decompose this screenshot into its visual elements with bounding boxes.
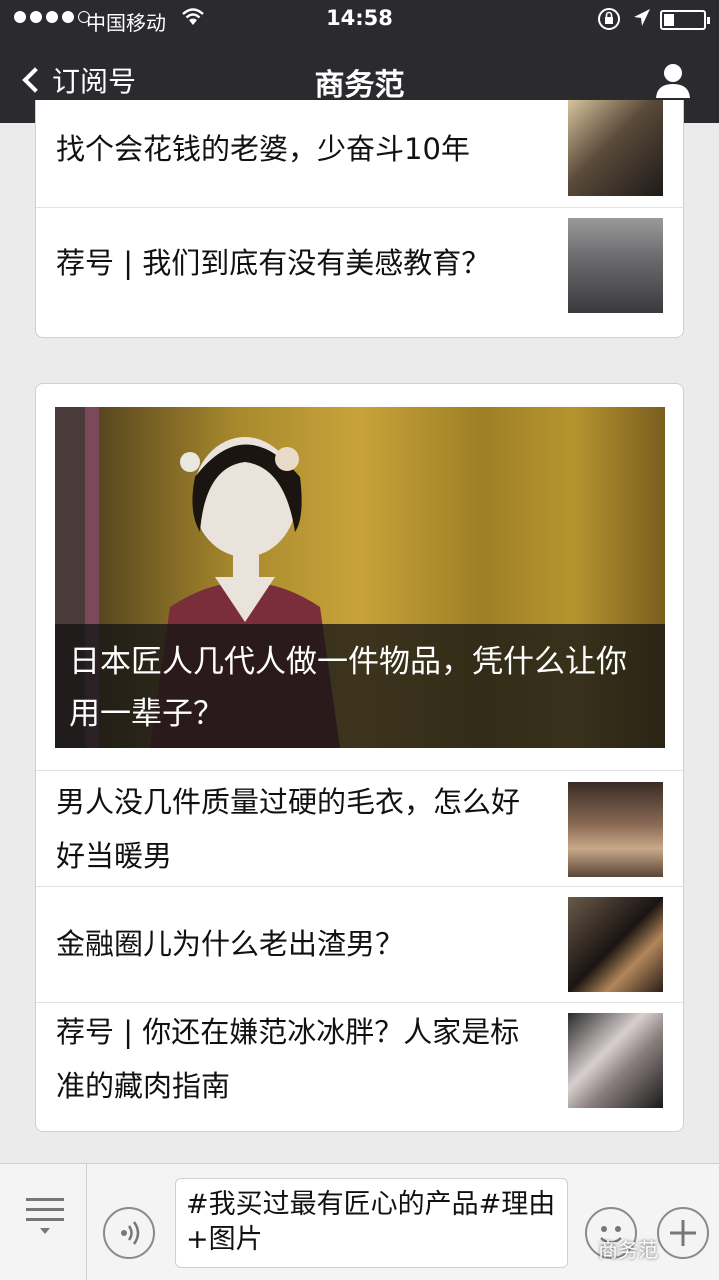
battery-icon (660, 10, 710, 30)
article-title: 找个会花钱的老婆，少奋斗10年 (56, 132, 470, 166)
status-bar: 中国移动 14:58 (0, 0, 719, 40)
article-title: 金融圈儿为什么老出渣男？ (56, 927, 405, 961)
menu-button[interactable] (24, 1196, 66, 1240)
hero-caption: 日本匠人几代人做一件物品，凭什么让你用一辈子？ (55, 624, 665, 748)
article-thumbnail (568, 1013, 663, 1108)
divider (86, 1164, 87, 1280)
article-group-card: 日本匠人几代人做一件物品，凭什么让你用一辈子？ 男人没几件质量过硬的毛衣，怎么好… (35, 383, 684, 1132)
article-item[interactable]: 找个会花钱的老婆，少奋斗10年 (36, 100, 683, 208)
voice-icon (121, 1221, 140, 1245)
page-title: 商务范 (314, 68, 405, 103)
message-input[interactable]: #我买过最有匠心的产品#理由+图片 (175, 1178, 568, 1268)
plus-icon (670, 1220, 696, 1246)
article-group-card: 找个会花钱的老婆，少奋斗10年 荐号 | 我们到底有没有美感教育？ (35, 100, 684, 338)
article-thumbnail (568, 897, 663, 992)
article-thumbnail (568, 782, 663, 877)
more-button[interactable] (657, 1207, 709, 1259)
hero-article[interactable]: 日本匠人几代人做一件物品，凭什么让你用一辈子？ (55, 407, 665, 748)
article-item[interactable]: 荐号 | 我们到底有没有美感教育？ (36, 208, 683, 337)
article-thumbnail (568, 100, 663, 196)
menu-list-icon (26, 1198, 64, 1234)
article-title: 荐号 | 我们到底有没有美感教育？ (56, 246, 491, 280)
watermark: 商务范 (598, 1238, 658, 1262)
voice-button[interactable] (103, 1207, 155, 1259)
location-icon (632, 7, 652, 34)
article-item[interactable]: 荐号 | 你还在嫌范冰冰胖？人家是标准的藏肉指南 (36, 1003, 683, 1131)
article-item[interactable]: 金融圈儿为什么老出渣男？ (36, 887, 683, 1003)
article-item[interactable]: 男人没几件质量过硬的毛衣，怎么好好当暖男 (36, 770, 683, 887)
rotation-lock-icon (597, 7, 621, 36)
person-icon (656, 64, 690, 98)
profile-button[interactable] (653, 60, 693, 100)
article-thumbnail (568, 218, 663, 313)
article-title: 荐号 | 你还在嫌范冰冰胖？人家是标准的藏肉指南 (56, 1015, 520, 1103)
article-title: 男人没几件质量过硬的毛衣，怎么好好当暖男 (56, 785, 521, 873)
